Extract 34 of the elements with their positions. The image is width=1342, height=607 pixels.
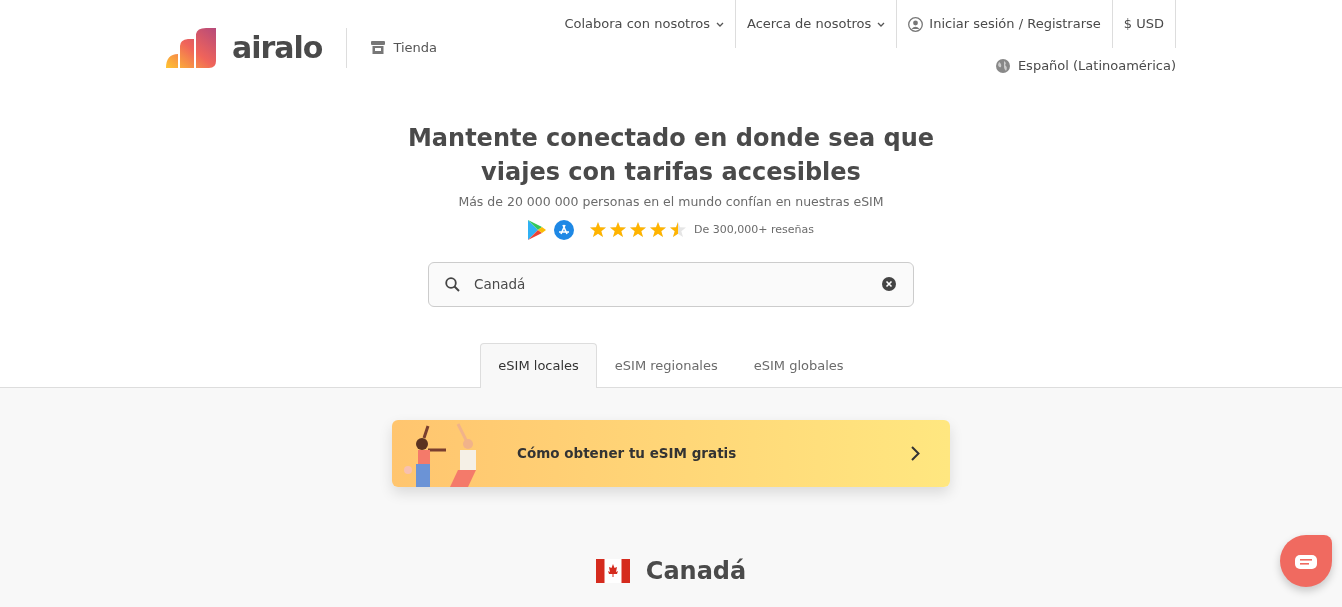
star-icon [670,222,687,238]
star-icon [630,222,647,238]
nav-menu-button[interactable]: Colabora con nosotros [553,0,736,48]
star-icon [590,222,607,238]
hero-heading: Mantente conectado en donde sea que viajes con tarifas accesibles [406,123,935,188]
review-count: De 300,000+ reseñas [694,221,814,238]
free-esim-banner[interactable]: Cómo obtener tu eSIM gratis [392,419,950,487]
app-store-icon[interactable] [554,219,575,240]
esim-tab[interactable]: eSIM globales [735,342,862,387]
chevron-right-icon [911,445,920,461]
nav-menu-button[interactable]: Acerca de nosotros [736,0,898,48]
esim-tab[interactable]: eSIM locales [480,342,597,388]
play-store-icon[interactable] [528,219,547,240]
nav-menu-button[interactable]: $ USD [1112,0,1176,48]
esim-tab[interactable]: eSIM regionales [596,342,736,387]
store-link[interactable]: Tienda [371,37,438,58]
clear-icon[interactable] [882,276,896,291]
star-icon [650,222,667,238]
logo-wordmark[interactable]: airalo [232,25,323,70]
search-icon [445,276,460,292]
login-link[interactable]: Iniciar sesión / Registrarse [897,0,1113,48]
canada-flag-icon [595,558,630,583]
store-icon [371,41,386,54]
country-title: Canadá [645,555,747,587]
hero-subtitle: Más de 20 000 000 personas en el mundo confían en nuestras eSIM [457,193,885,211]
search-field[interactable]: Canadá [428,261,914,307]
logo-mark-icon [166,27,216,68]
user-icon [908,16,924,32]
caret-icon [716,21,724,27]
caret-icon [877,21,886,27]
globe-icon [995,58,1010,73]
star-icon [610,222,627,238]
chat-icon [1295,554,1317,569]
language-selector[interactable]: Español (Latinoamérica) [995,56,1176,76]
